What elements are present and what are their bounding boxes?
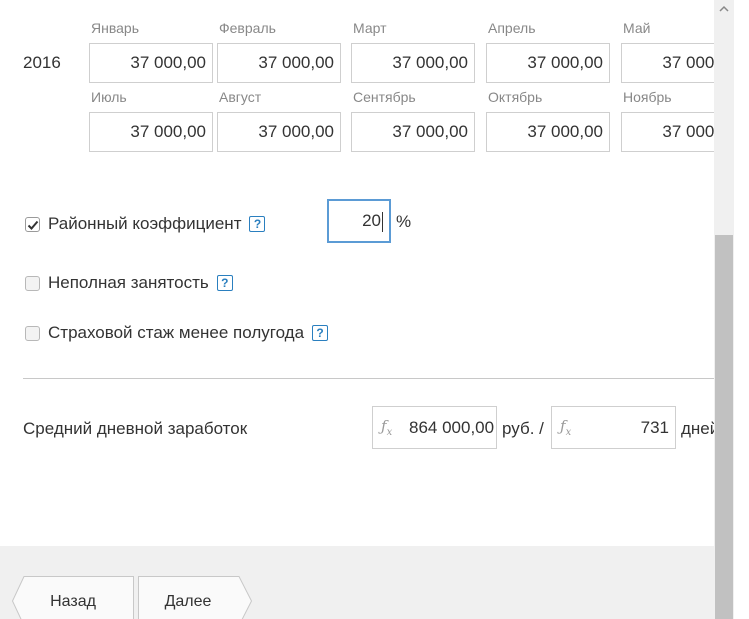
formula-icon: ƒx [560,417,572,438]
total-earnings-value: 864 000,00 [409,418,495,437]
text-caret [382,211,383,232]
help-icon[interactable]: ? [249,216,266,232]
divider [23,378,714,379]
amount-input-january[interactable]: 37 000,00 [89,43,213,83]
month-label-may: Май [623,20,651,36]
amount-input-july[interactable]: 37 000,00 [89,112,213,152]
amount-input-april[interactable]: 37 000,00 [486,43,610,83]
year-label: 2016 [23,53,61,72]
days-value: 731 [640,418,669,437]
amount-input-august[interactable]: 37 000,00 [217,112,341,152]
part-time-checkbox[interactable] [25,275,40,291]
scroll-up-arrow[interactable] [714,0,734,18]
scrollbar-thumb[interactable] [715,235,733,619]
checkmark-icon [27,220,39,230]
back-button-label: Назад [50,593,96,610]
average-earnings-label: Средний дневной заработок [23,419,248,438]
regional-coef-row: Районный коэффициент ? [25,214,266,234]
amount-input-october[interactable]: 37 000,00 [486,112,610,152]
insurance-checkbox[interactable] [25,325,40,341]
help-icon[interactable]: ? [216,275,233,291]
regional-coef-checkbox[interactable] [25,216,40,232]
formula-icon: ƒx [381,417,393,438]
next-button[interactable]: Далее [138,576,252,619]
month-label-august: Август [219,89,262,105]
amount-input-november[interactable]: 37 000,00 [621,112,714,152]
part-time-label: Неполная занятость [48,273,209,292]
part-time-row: Неполная занятость ? [25,273,233,293]
days-unit: дней [681,419,714,438]
month-label-january: Январь [91,20,139,36]
month-label-september: Сентябрь [353,89,416,105]
rub-unit: руб. / [502,419,544,438]
days-field[interactable]: ƒx 731 [551,406,676,449]
amount-input-september[interactable]: 37 000,00 [351,112,475,152]
regional-coef-label: Районный коэффициент [48,214,242,233]
amount-input-march[interactable]: 37 000,00 [351,43,475,83]
insurance-row: Страховой стаж менее полугода ? [25,323,329,343]
insurance-label: Страховой стаж менее полугода [48,323,305,342]
month-label-july: Июль [91,89,127,105]
back-button[interactable]: Назад [12,576,134,619]
month-label-october: Октябрь [488,89,543,105]
percent-unit: % [396,212,412,231]
amount-input-february[interactable]: 37 000,00 [217,43,341,83]
total-earnings-field[interactable]: ƒx 864 000,00 [372,406,497,449]
regional-coef-value: 20 [362,211,381,230]
month-label-february: Февраль [219,20,276,36]
next-button-label: Далее [164,593,212,610]
month-label-november: Ноябрь [623,89,672,105]
calculator-panel: 2016 Январь Февраль Март Апрель Май 37 0… [0,0,714,619]
month-label-march: Март [353,20,387,36]
amount-input-may[interactable]: 37 000,00 [621,43,714,83]
regional-coef-input[interactable]: 20 [327,199,391,243]
chevron-up-icon [719,5,729,12]
help-icon[interactable]: ? [312,325,329,341]
month-label-april: Апрель [488,20,536,36]
